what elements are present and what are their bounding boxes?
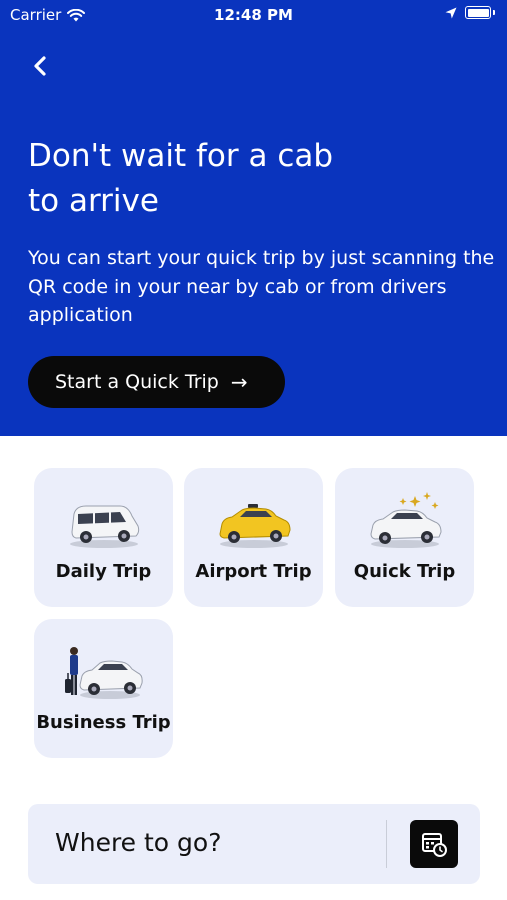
title-line-1: Don't wait for a cab: [28, 138, 334, 174]
battery-icon: [465, 6, 491, 19]
trip-tile-quick[interactable]: Quick Trip: [335, 468, 474, 607]
title-line-2: to arrive: [28, 183, 159, 219]
tile-label: Airport Trip: [195, 561, 312, 582]
arrow-right-icon: →: [230, 370, 248, 394]
schedule-button[interactable]: [410, 820, 458, 868]
sparkle-car-icon: [369, 492, 442, 548]
business-traveler-car-icon: [64, 647, 143, 699]
divider: [386, 820, 387, 868]
cta-label: Start a Quick Trip: [55, 371, 219, 393]
battery-tip: [493, 10, 495, 15]
white-van-icon: [69, 505, 139, 548]
page-title: Don't wait for a cab to arrive: [28, 134, 468, 224]
schedule-calendar-icon: [422, 833, 447, 857]
status-bar: Carrier 12:48 PM: [0, 0, 507, 30]
chevron-left-icon: [34, 56, 46, 76]
clock: 12:48 PM: [214, 6, 293, 24]
tile-label: Business Trip: [36, 712, 171, 733]
yellow-taxi-icon: [218, 504, 291, 548]
start-quick-trip-button[interactable]: Start a Quick Trip →: [28, 356, 285, 408]
page-subtitle: You can start your quick trip by just sc…: [28, 247, 495, 326]
tile-label: Quick Trip: [353, 561, 456, 582]
back-button[interactable]: [24, 50, 56, 82]
status-icons: [445, 6, 495, 19]
trip-tile-airport[interactable]: Airport Trip: [184, 468, 323, 607]
location-arrow-icon: [445, 7, 457, 18]
hero-banner: Carrier 12:48 PM Don't wait for a cab to…: [0, 0, 507, 436]
where-to-go-search[interactable]: Where to go?: [28, 804, 480, 884]
trip-tile-business[interactable]: Business Trip: [34, 619, 173, 758]
tile-label: Daily Trip: [55, 561, 152, 582]
trip-tile-daily[interactable]: Daily Trip: [34, 468, 173, 607]
where-to-go-label: Where to go?: [55, 828, 222, 857]
